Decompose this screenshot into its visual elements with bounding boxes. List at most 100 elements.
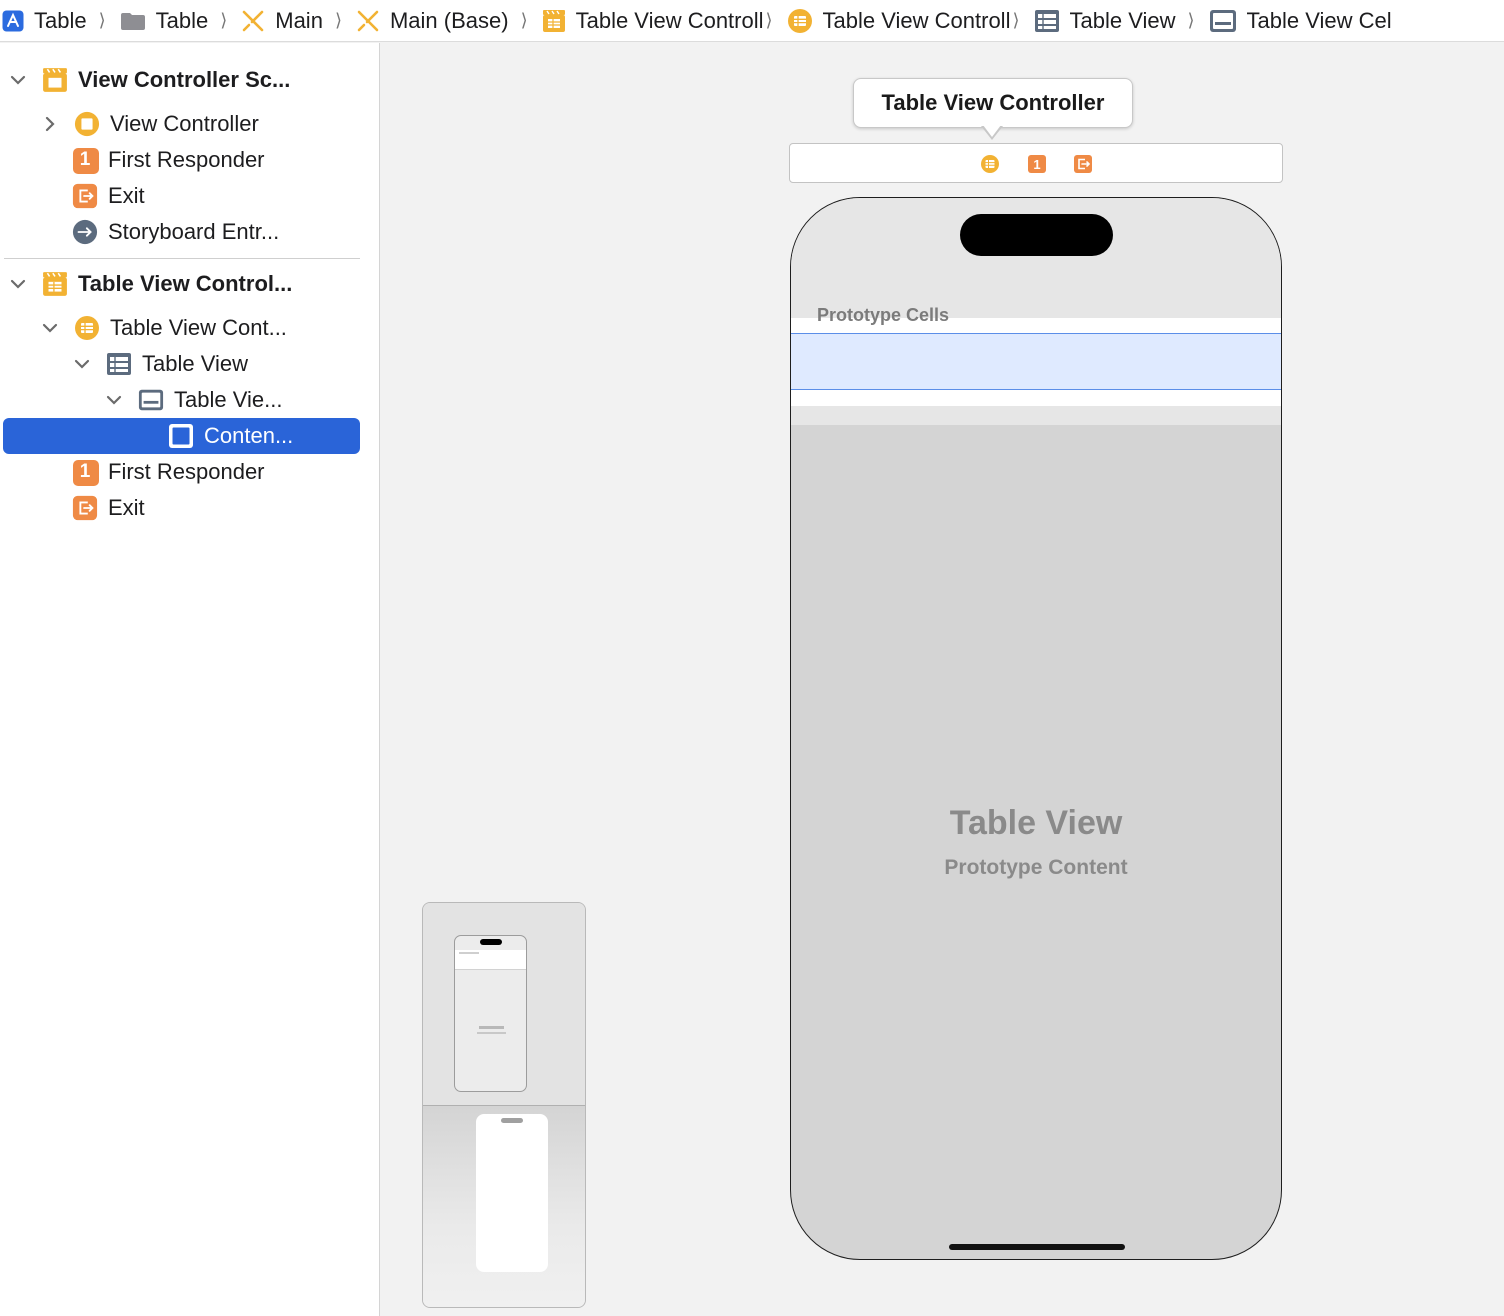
table-view-cell-icon xyxy=(138,387,164,413)
breadcrumb-label: Table View Controll xyxy=(822,7,1011,33)
breadcrumb-label: Table View xyxy=(1069,7,1176,33)
chevron-right-icon: ⟩ xyxy=(1012,10,1020,30)
scene-icon xyxy=(42,271,68,297)
outline-scene-table-view-controller[interactable]: Table View Control... xyxy=(8,266,292,302)
minimap-title-line xyxy=(479,1026,504,1029)
view-controller-icon xyxy=(74,111,100,137)
exit-icon xyxy=(72,183,98,209)
minimap-viewport[interactable] xyxy=(423,1106,585,1307)
first-responder-badge: 1 xyxy=(1033,156,1041,172)
minimap-cell-line xyxy=(459,952,479,954)
exit-icon[interactable] xyxy=(1073,154,1093,174)
table-view-placeholder-title: Table View xyxy=(949,804,1123,842)
chevron-down-icon[interactable] xyxy=(8,274,28,294)
outline-item-storyboard-entry[interactable]: Storyboard Entr... xyxy=(72,214,279,250)
table-view-controller-icon xyxy=(787,8,813,34)
table-view-icon xyxy=(1034,9,1060,33)
breadcrumb-label: Table View Controll xyxy=(575,7,764,33)
breadcrumb-label: Table View Cel xyxy=(1246,7,1392,33)
outline-item-table-view[interactable]: Table View xyxy=(72,346,248,382)
iphone-frame[interactable]: Prototype Cells Table View Prototype Con… xyxy=(790,197,1282,1260)
breadcrumb-label: Table xyxy=(155,7,209,33)
arrow-right-icon xyxy=(72,219,98,245)
outline-label: Storyboard Entr... xyxy=(108,219,280,244)
minimap-grabber xyxy=(501,1118,523,1123)
chevron-down-icon[interactable] xyxy=(8,70,28,90)
exit-icon xyxy=(72,495,98,521)
breadcrumb-item-storyboard-base[interactable]: Main (Base) ⟩ xyxy=(356,0,542,41)
chevron-right-icon: ⟩ xyxy=(98,10,106,30)
outline-item-table-view-controller[interactable]: Table View Cont... xyxy=(40,310,287,346)
breadcrumb-item-folder[interactable]: Table ⟩ xyxy=(120,0,242,41)
breadcrumb-item-storyboard[interactable]: Main ⟩ xyxy=(241,0,356,41)
breadcrumb-label: Main xyxy=(275,7,323,33)
breadcrumb-item-table-view-cell[interactable]: Table View Cel xyxy=(1209,0,1392,41)
storyboard-icon xyxy=(356,9,380,33)
outline-label: Exit xyxy=(108,495,145,520)
outline-item-first-responder-2[interactable]: 1 First Responder xyxy=(72,454,265,490)
canvas-minimap[interactable] xyxy=(422,902,586,1308)
outline-label: View Controller Sc... xyxy=(78,67,291,92)
table-view-cell-icon xyxy=(1209,9,1237,33)
scene-dock[interactable]: 1 xyxy=(789,143,1283,183)
outline-label: Table Vie... xyxy=(174,387,283,412)
breadcrumb-label: Table xyxy=(34,7,87,33)
outline-label: First Responder xyxy=(108,147,265,172)
outline-label: View Controller xyxy=(110,111,259,136)
outline-label: Exit xyxy=(108,183,145,208)
outline-item-table-view-cell[interactable]: Table Vie... xyxy=(104,382,282,418)
outline-item-content-view[interactable]: Conten... xyxy=(3,418,360,454)
chevron-down-icon[interactable] xyxy=(40,318,60,338)
first-responder-icon: 1 xyxy=(72,147,99,174)
chevron-right-icon: ⟩ xyxy=(1187,10,1195,30)
folder-icon xyxy=(120,11,146,31)
scene-title-popover: Table View Controller xyxy=(853,78,1133,128)
chevron-right-icon: ⟩ xyxy=(220,10,228,30)
content-view-icon xyxy=(168,423,194,449)
popover-arrow-fill xyxy=(983,125,1001,137)
outline-scene-view-controller[interactable]: View Controller Sc... xyxy=(8,62,290,98)
table-view-placeholder-subtitle: Prototype Content xyxy=(944,856,1128,879)
outline-label: Table View xyxy=(142,351,248,376)
table-view-controller-icon[interactable] xyxy=(980,154,1000,174)
outline-item-view-controller[interactable]: View Controller xyxy=(40,106,259,142)
breadcrumb-item-table-view-controller[interactable]: Table View Controll ⟩ xyxy=(787,0,1034,41)
chevron-right-icon[interactable] xyxy=(40,114,60,134)
storyboard-icon xyxy=(241,9,265,33)
app-icon xyxy=(2,10,24,32)
outline-item-exit[interactable]: Exit xyxy=(72,178,145,214)
first-responder-badge: 1 xyxy=(79,461,91,482)
scene-icon xyxy=(42,67,68,93)
chevron-down-icon[interactable] xyxy=(72,354,92,374)
outline-label: Conten... xyxy=(204,423,294,448)
chevron-right-icon: ⟩ xyxy=(520,10,528,30)
chevron-right-icon: ⟩ xyxy=(334,10,342,30)
outline-item-first-responder[interactable]: 1 First Responder xyxy=(72,142,265,178)
breadcrumb: Table ⟩ Table ⟩ Main ⟩ Main (Base) ⟩ Tab… xyxy=(0,0,1504,42)
home-indicator xyxy=(949,1244,1125,1250)
prototype-cell-content-view[interactable] xyxy=(791,333,1281,390)
outline-label: Table View Control... xyxy=(78,271,293,296)
chevron-down-icon[interactable] xyxy=(104,390,124,410)
first-responder-badge: 1 xyxy=(79,149,91,170)
minimap-island xyxy=(480,939,502,945)
first-responder-icon: 1 xyxy=(72,459,99,486)
scene-icon xyxy=(542,9,566,33)
breadcrumb-label: Main (Base) xyxy=(389,7,509,33)
first-responder-icon[interactable]: 1 xyxy=(1027,154,1047,174)
breadcrumb-item-table-view[interactable]: Table View ⟩ xyxy=(1034,0,1209,41)
minimap-scene-preview[interactable] xyxy=(423,903,585,1106)
outline-label: Table View Cont... xyxy=(110,315,287,340)
breadcrumb-item-project[interactable]: Table ⟩ xyxy=(2,0,120,41)
outline-item-exit-2[interactable]: Exit xyxy=(72,490,145,526)
minimap-phone-thumbnail xyxy=(454,935,527,1092)
outline-divider xyxy=(4,258,360,259)
dynamic-island xyxy=(960,214,1113,256)
breadcrumb-item-scene[interactable]: Table View Controll ⟩ xyxy=(542,0,787,41)
table-view-controller-icon xyxy=(74,315,100,341)
table-view-icon xyxy=(106,351,132,377)
outline-label: First Responder xyxy=(108,459,265,484)
chevron-right-icon: ⟩ xyxy=(765,10,773,30)
minimap-subtitle-line xyxy=(477,1032,506,1034)
minimap-sheet-thumbnail xyxy=(476,1114,548,1272)
